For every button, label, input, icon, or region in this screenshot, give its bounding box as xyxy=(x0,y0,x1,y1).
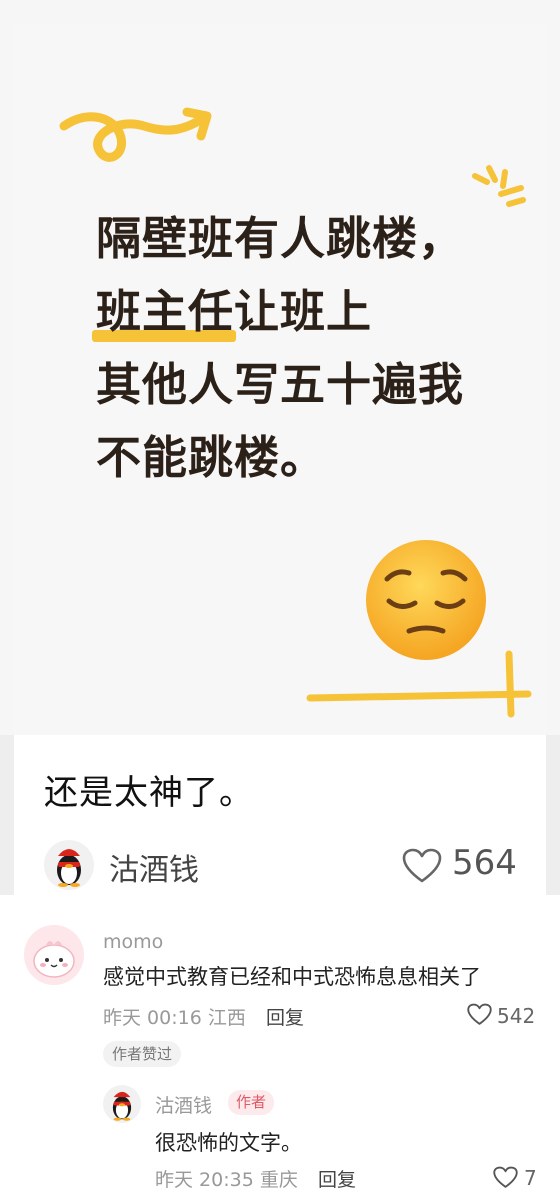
pink-creature-avatar-icon xyxy=(33,941,75,978)
headline-line-4: 不能跳楼。 xyxy=(96,431,327,484)
reply-meta: 昨天 20:35 重庆 xyxy=(155,1169,298,1191)
reply-author-name[interactable]: 沽酒钱 xyxy=(155,1091,212,1118)
heart-icon[interactable] xyxy=(402,848,442,884)
author-liked-badge: 作者赞过 xyxy=(103,1041,182,1067)
pensive-face-emoji xyxy=(366,540,486,660)
headline-highlighted-word: 班主任 xyxy=(91,275,237,348)
comment-text: 感觉中式教育已经和中式恐怖息息相关了 xyxy=(103,965,481,989)
headline-line-2: 班主任让班上 xyxy=(91,275,536,348)
reply-text: 很恐怖的文字。 xyxy=(155,1131,302,1155)
commenter-name[interactable]: momo xyxy=(103,931,163,953)
reply-like-count: 7 xyxy=(524,1166,537,1190)
heart-icon[interactable] xyxy=(467,1003,492,1026)
cover-headline: 隔壁班有人跳楼， 班主任让班上 其他人写五十遍我 不能跳楼。 xyxy=(91,202,536,494)
reply-button[interactable]: 回复 xyxy=(266,1003,304,1030)
headline-line-1: 隔壁班有人跳楼， xyxy=(96,212,465,265)
post-card: 还是太神了。 沽酒钱 564 xyxy=(14,735,546,895)
comment-section: momo 感觉中式教育已经和中式恐怖息息相关了 昨天 00:16 江西 回复 5… xyxy=(0,895,560,1200)
post-text: 还是太神了。 xyxy=(44,773,254,813)
penguin-avatar-icon xyxy=(57,849,81,887)
comment-like-count: 542 xyxy=(497,1004,536,1028)
reply-author-avatar[interactable] xyxy=(103,1085,141,1123)
author-name[interactable]: 沽酒钱 xyxy=(109,845,199,889)
comment-meta: 昨天 00:16 江西 xyxy=(103,1007,246,1029)
headline-line-3: 其他人写五十遍我 xyxy=(96,358,465,411)
swirl-arrow-decoration xyxy=(59,107,212,162)
headline-line-2-rest: 让班上 xyxy=(234,285,373,338)
heart-icon[interactable] xyxy=(493,1166,518,1189)
cover-canvas: 隔壁班有人跳楼， 班主任让班上 其他人写五十遍我 不能跳楼。 xyxy=(14,24,546,735)
reply-button[interactable]: 回复 xyxy=(318,1165,356,1192)
post-cover-image[interactable]: 隔壁班有人跳楼， 班主任让班上 其他人写五十遍我 不能跳楼。 xyxy=(0,0,560,735)
author-tag: 作者 xyxy=(228,1090,275,1115)
penguin-avatar-icon xyxy=(112,1091,132,1121)
post-like-count: 564 xyxy=(452,843,517,883)
commenter-avatar[interactable] xyxy=(24,925,84,985)
author-avatar[interactable] xyxy=(44,840,94,890)
underline-decoration xyxy=(306,650,532,718)
